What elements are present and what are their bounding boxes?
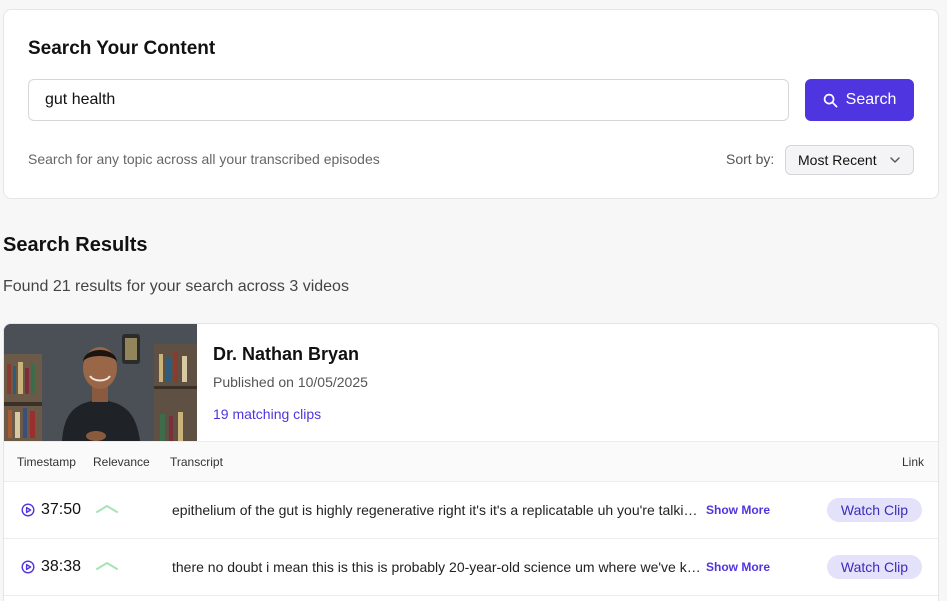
results-title: Search Results [3,234,148,256]
column-relevance: Relevance [93,455,150,469]
thumbnail-image [4,324,197,441]
table-row: 38:38 there no doubt i mean this is this… [4,539,938,596]
search-icon [823,93,838,107]
transcript-text: epithelium of the gut is highly regenera… [172,502,702,518]
video-thumbnail[interactable] [4,324,197,441]
watch-clip-button[interactable]: Watch Clip [827,555,922,579]
timestamp-value: 38:38 [41,558,82,575]
relevance-indicator-icon [96,505,118,513]
play-circle-icon [21,560,35,574]
search-input[interactable] [28,79,789,121]
search-button-label: Search [845,91,897,108]
chevron-down-icon [890,157,900,163]
search-title: Search Your Content [28,38,216,59]
sort-label: Sort by: [726,151,775,167]
play-circle-icon [21,503,35,517]
search-button[interactable]: Search [805,79,914,121]
show-more-button[interactable]: Show More [706,503,770,517]
results-summary: Found 21 results for your search across … [3,278,349,295]
relevance-indicator-icon [96,562,118,570]
timestamp-value: 37:50 [41,501,82,518]
table-row: 37:50 epithelium of the gut is highly re… [4,482,938,539]
results-table-header: Timestamp Relevance Transcript Link [4,441,938,482]
video-result-card: Dr. Nathan Bryan Published on 10/05/2025… [3,323,939,601]
timestamp-link[interactable]: 38:38 [21,558,81,576]
column-timestamp: Timestamp [17,455,76,469]
sort-select[interactable]: Most Recent [785,145,914,175]
show-more-button[interactable]: Show More [706,560,770,574]
column-link: Link [902,455,925,469]
search-hint: Search for any topic across all your tra… [28,151,380,167]
matching-clips-link[interactable]: 19 matching clips [213,406,321,422]
search-panel: Search Your Content Search Search for an… [3,9,939,199]
transcript-text: there no doubt i mean this is this is pr… [172,559,702,575]
video-published-date: Published on 10/05/2025 [213,374,368,390]
watch-clip-button[interactable]: Watch Clip [827,498,922,522]
timestamp-link[interactable]: 37:50 [21,501,81,519]
column-transcript: Transcript [170,455,223,469]
sort-value: Most Recent [798,152,877,168]
video-title: Dr. Nathan Bryan [213,344,360,364]
